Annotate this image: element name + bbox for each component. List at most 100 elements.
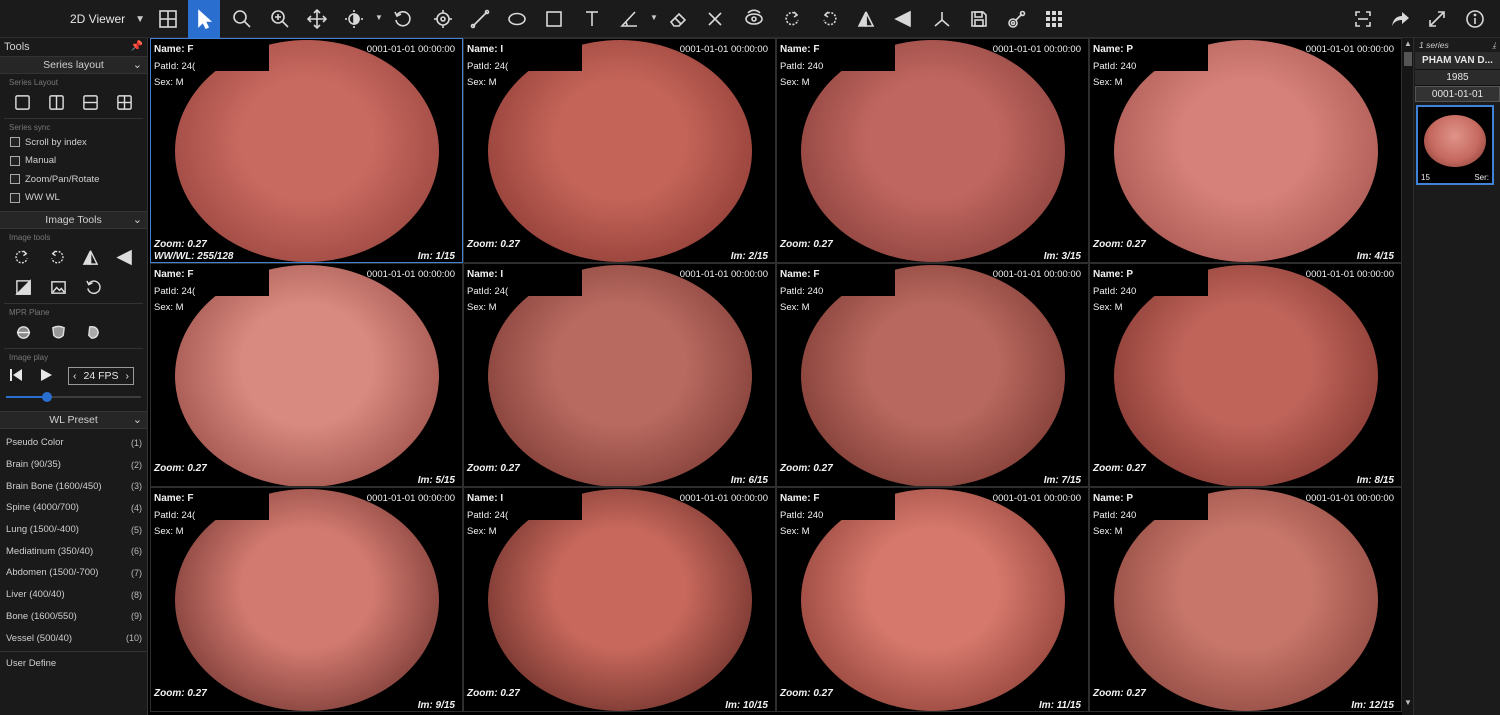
viewport-tile[interactable]: Name: F PatId: 240 Sex: M 0001-01-01 00:00:…	[776, 262, 1089, 487]
scrollbar-thumb[interactable]	[1404, 52, 1412, 66]
coronal-plane-icon[interactable]	[41, 320, 76, 344]
viewer-mode-select[interactable]: 2D Viewer ▼	[70, 6, 145, 32]
reset-icon[interactable]	[387, 3, 419, 35]
endoscopy-image	[488, 489, 752, 711]
rotate-ccw-icon[interactable]	[6, 245, 40, 269]
viewport-tile[interactable]: Name: F PatId: 24(Sex: M 0001-01-01 00:00:…	[150, 262, 463, 487]
image-icon[interactable]	[41, 275, 76, 299]
layout-two-columns-icon[interactable]	[40, 90, 74, 114]
viewport-tile[interactable]: Name: F PatId: 240 Sex: M 0001-01-01 00:00:…	[776, 38, 1089, 263]
eye-rotate-icon[interactable]	[738, 3, 770, 35]
viewport-tile[interactable]: Name: F PatId: 240 Sex: M 0001-01-01 00:00:…	[776, 487, 1089, 712]
pin-icon[interactable]: ⤓	[1492, 40, 1496, 51]
user-define-item[interactable]: User Define	[0, 650, 147, 671]
fullscreen-select-icon[interactable]	[1347, 3, 1379, 35]
pan-icon[interactable]	[301, 3, 333, 35]
wl-preset-item[interactable]: Pseudo Color (1)	[0, 432, 147, 454]
scroll-down-icon[interactable]: ▼	[1402, 697, 1414, 709]
window-level-icon[interactable]	[338, 3, 370, 35]
ellipse-icon[interactable]	[501, 3, 533, 35]
rectangle-icon[interactable]	[538, 3, 570, 35]
settings-link-icon[interactable]	[1001, 3, 1033, 35]
viewport-tile[interactable]: Name: I PatId: 24(Sex: M 0001-01-01 00:00:…	[463, 38, 776, 263]
zoom-in-icon[interactable]	[264, 3, 296, 35]
axial-plane-icon[interactable]	[6, 320, 41, 344]
play-icon[interactable]	[38, 367, 54, 386]
overlay-sex: Sex: M	[780, 526, 810, 537]
checkbox[interactable]	[10, 174, 20, 185]
redaction-box	[187, 42, 269, 71]
wl-preset-header[interactable]: WL Preset ⌄	[0, 411, 147, 429]
viewport-tile[interactable]: Name: P PatId: 240 Sex: M 0001-01-01 00:00:…	[1089, 487, 1402, 712]
layout-single-icon[interactable]	[6, 90, 40, 114]
wl-preset-item[interactable]: Liver (400/40) (8)	[0, 584, 147, 606]
axes-icon[interactable]	[926, 3, 958, 35]
share-icon[interactable]	[1384, 3, 1416, 35]
viewport-tile[interactable]: Name: P PatId: 240 Sex: M 0001-01-01 00:00:…	[1089, 262, 1402, 487]
reset-icon[interactable]	[76, 275, 111, 299]
wl-preset-shortcut: (1)	[131, 437, 142, 448]
angle-icon[interactable]	[613, 3, 645, 35]
skip-back-icon[interactable]	[8, 367, 24, 386]
series-layout-header[interactable]: Series layout ⌄	[0, 56, 147, 74]
study-date[interactable]: 0001-01-01	[1415, 86, 1500, 102]
save-icon[interactable]	[963, 3, 995, 35]
viewport-tile[interactable]: Name: I PatId: 24(Sex: M 0001-01-01 00:00:…	[463, 262, 776, 487]
chevron-down-icon[interactable]: ▼	[650, 13, 658, 22]
info-icon[interactable]	[1459, 3, 1491, 35]
frame-slider[interactable]	[6, 389, 141, 405]
close-icon[interactable]	[699, 3, 731, 35]
sync-zoom-pan-rotate-checkbox[interactable]: Zoom/Pan/Rotate	[0, 170, 147, 189]
viewport-scrollbar[interactable]: ▲ ▼	[1402, 38, 1414, 715]
scroll-up-icon[interactable]: ▲	[1402, 38, 1414, 50]
sync-manual-checkbox[interactable]: Manual	[0, 152, 147, 171]
wl-preset-item[interactable]: Bone (1600/550) (9)	[0, 606, 147, 628]
wl-preset-item[interactable]: Brain (90/35) (2)	[0, 454, 147, 476]
eraser-icon[interactable]	[662, 3, 694, 35]
flip-horizontal-icon[interactable]	[107, 245, 141, 269]
chevron-down-icon[interactable]: ▼	[375, 13, 383, 22]
checkbox[interactable]	[10, 192, 20, 203]
wl-preset-item[interactable]: Brain Bone (1600/450) (3)	[0, 475, 147, 497]
viewport-tile[interactable]: Name: P PatId: 240 Sex: M 0001-01-01 00:00:…	[1089, 38, 1402, 263]
wl-preset-item[interactable]: Spine (4000/700) (4)	[0, 497, 147, 519]
series-thumbnail[interactable]: 15 Ser:	[1416, 105, 1494, 185]
sync-ww-wl-checkbox[interactable]: WW WL	[0, 189, 147, 208]
checkbox[interactable]	[10, 137, 20, 148]
layout-two-rows-icon[interactable]	[74, 90, 108, 114]
wl-preset-item[interactable]: Abdomen (1500/-700) (7)	[0, 562, 147, 584]
invert-icon[interactable]	[6, 275, 41, 299]
text-icon[interactable]	[576, 3, 608, 35]
overlay-image-index: Im: 2/15	[730, 250, 768, 262]
ruler-icon[interactable]	[464, 3, 496, 35]
wl-preset-item[interactable]: Mediatinum (350/40) (6)	[0, 540, 147, 562]
viewport-tile[interactable]: Name: F PatId: 24(Sex: M 0001-01-01 00:00:…	[150, 38, 463, 263]
chevron-right-icon[interactable]: ›	[126, 370, 130, 382]
chevron-left-icon[interactable]: ‹	[73, 370, 77, 382]
pointer-icon[interactable]	[188, 0, 220, 38]
target-icon[interactable]	[427, 3, 459, 35]
image-tools-header[interactable]: Image Tools ⌄	[0, 211, 147, 229]
overlay-datetime: 0001-01-01 00:00:00	[366, 493, 455, 504]
fps-stepper[interactable]: ‹ 24 FPS ›	[68, 367, 134, 385]
search-icon[interactable]	[226, 3, 258, 35]
rotate-cw-icon[interactable]	[814, 3, 846, 35]
sync-scroll-by-index-checkbox[interactable]: Scroll by index	[0, 133, 147, 152]
slider-knob[interactable]	[41, 392, 52, 402]
wl-preset-item[interactable]: Lung (1500/-400) (5)	[0, 519, 147, 541]
wl-preset-item[interactable]: Vessel (500/40) (10)	[0, 627, 147, 649]
grid-apps-icon[interactable]	[1038, 3, 1070, 35]
rotate-ccw-icon[interactable]	[776, 3, 808, 35]
flip-vertical-icon[interactable]	[74, 245, 108, 269]
flip-horizontal-icon[interactable]	[887, 3, 919, 35]
viewport-tile[interactable]: Name: F PatId: 24(Sex: M 0001-01-01 00:00:…	[150, 487, 463, 712]
expand-icon[interactable]	[1421, 3, 1453, 35]
flip-vertical-icon[interactable]	[850, 3, 882, 35]
layout-grid-icon[interactable]	[152, 3, 184, 35]
sagittal-plane-icon[interactable]	[76, 320, 111, 344]
rotate-cw-icon[interactable]	[40, 245, 74, 269]
viewport-tile[interactable]: Name: I PatId: 24(Sex: M 0001-01-01 00:00:…	[463, 487, 776, 712]
checkbox[interactable]	[10, 155, 20, 166]
layout-four-grid-icon[interactable]	[107, 90, 141, 114]
pin-icon[interactable]: 📌	[131, 41, 143, 53]
